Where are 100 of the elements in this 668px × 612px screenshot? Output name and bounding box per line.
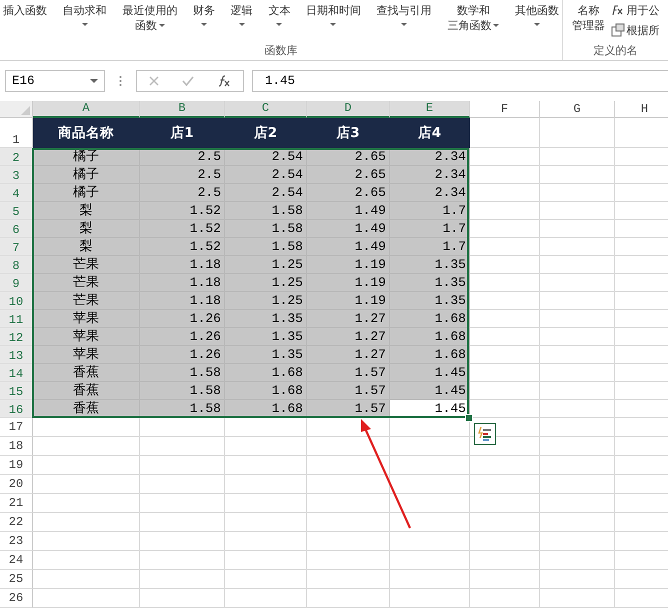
table-cell: 2.65 [307, 184, 390, 202]
table-cell: 苹果 [33, 346, 140, 364]
table-cell: 2.34 [390, 166, 470, 184]
table-cell: 1.25 [225, 256, 307, 274]
table-cell: 1.57 [307, 364, 390, 382]
ribbon-button[interactable]: 逻辑 [230, 0, 254, 44]
column-header[interactable]: G [540, 101, 615, 118]
table-cell: 2.54 [225, 166, 307, 184]
empty-cell [470, 475, 540, 494]
row-header[interactable]: 14 [0, 364, 33, 382]
table-cell: 1.58 [140, 364, 225, 382]
column-header[interactable]: F [470, 101, 540, 118]
table-cell: 梨 [33, 220, 140, 238]
table-cell: 1.68 [390, 310, 470, 328]
table-cell: 1.26 [140, 346, 225, 364]
row-header[interactable]: 25 [0, 570, 33, 589]
ribbon-button[interactable]: 文本 [267, 0, 292, 44]
formula-input[interactable]: 1.45 [252, 70, 668, 92]
name-box[interactable]: E16 [5, 70, 105, 92]
row-header[interactable]: 6 [0, 220, 33, 238]
table-cell: 2.5 [140, 166, 225, 184]
row-header[interactable]: 22 [0, 513, 33, 532]
table-cell: 1.68 [390, 346, 470, 364]
ribbon-button[interactable]: 名称 管理器 [567, 0, 610, 44]
row-header[interactable]: 20 [0, 475, 33, 494]
row-header[interactable]: 7 [0, 238, 33, 256]
function-icon[interactable] [217, 75, 232, 87]
table-cell: 1.35 [225, 328, 307, 346]
table-cell: 1.68 [225, 364, 307, 382]
table-cell: 苹果 [33, 328, 140, 346]
row-header[interactable]: 13 [0, 346, 33, 364]
ribbon-button[interactable]: 用于公 [610, 0, 668, 20]
ribbon-button[interactable]: 查找与引用 [376, 0, 433, 44]
ribbon-button[interactable]: 自动求和 [62, 0, 108, 44]
column-header[interactable]: H [615, 101, 668, 118]
row-header[interactable]: 3 [0, 166, 33, 184]
table-cell: 1.58 [140, 382, 225, 400]
table-cell: 1.52 [140, 238, 225, 256]
table-cell: 1.52 [140, 220, 225, 238]
fill-handle[interactable] [465, 414, 473, 422]
row-header[interactable]: 4 [0, 184, 33, 202]
more-icon [119, 75, 122, 87]
header-cell: 店1 [140, 118, 225, 148]
table-cell: 橘子 [33, 184, 140, 202]
table-cell: 1.18 [140, 256, 225, 274]
column-header[interactable]: C [225, 101, 307, 118]
row-header[interactable]: 24 [0, 551, 33, 570]
row-header[interactable]: 19 [0, 456, 33, 475]
column-header[interactable]: E [390, 101, 470, 118]
table-cell: 1.35 [390, 256, 470, 274]
table-cell: 橘子 [33, 166, 140, 184]
row-header[interactable]: 21 [0, 494, 33, 513]
header-cell: 商品名称 [33, 118, 140, 148]
table-cell: 1.52 [140, 202, 225, 220]
quick-analysis-icon[interactable] [474, 423, 496, 445]
table-icon [610, 23, 624, 37]
table-cell: 1.25 [225, 274, 307, 292]
ribbon-button[interactable]: 日期和时间 [304, 0, 362, 44]
table-cell: 1.49 [307, 238, 390, 256]
ribbon-button[interactable]: 根据所 [610, 20, 668, 40]
table-cell: 1.27 [307, 310, 390, 328]
row-header[interactable]: 8 [0, 256, 33, 274]
table-cell: 1.49 [307, 220, 390, 238]
ribbon-button[interactable]: 插入函数 [2, 0, 48, 44]
table-cell: 1.68 [225, 382, 307, 400]
function-icon [610, 4, 624, 16]
table-cell: 梨 [33, 202, 140, 220]
table-cell: 2.65 [307, 166, 390, 184]
column-header[interactable]: D [307, 101, 390, 118]
row-header[interactable]: 12 [0, 328, 33, 346]
row-header[interactable]: 18 [0, 437, 33, 456]
table-cell: 1.19 [307, 292, 390, 310]
table-cell: 2.34 [390, 184, 470, 202]
checkmark-icon[interactable] [182, 76, 194, 86]
table-cell: 1.58 [225, 238, 307, 256]
row-header[interactable]: 17 [0, 418, 33, 437]
table-cell: 1.7 [390, 220, 470, 238]
empty-cell [470, 532, 540, 551]
table-cell: 苹果 [33, 310, 140, 328]
table-cell: 1.18 [140, 274, 225, 292]
row-header[interactable]: 10 [0, 292, 33, 310]
row-header[interactable]: 26 [0, 589, 33, 608]
ribbon-button[interactable]: 最近使用的 函数 [121, 0, 178, 44]
row-header[interactable]: 1 [0, 118, 33, 148]
empty-cell [470, 456, 540, 475]
header-cell: 店4 [390, 118, 470, 148]
row-header[interactable]: 16 [0, 400, 33, 418]
column-header[interactable]: B [140, 101, 225, 118]
row-header[interactable]: 23 [0, 532, 33, 551]
ribbon-button[interactable]: 数学和 三角函数 [446, 0, 500, 44]
row-header[interactable]: 9 [0, 274, 33, 292]
ribbon-button[interactable]: 财务 [192, 0, 216, 44]
row-header[interactable]: 2 [0, 148, 33, 166]
row-header[interactable]: 15 [0, 382, 33, 400]
table-cell: 1.57 [307, 382, 390, 400]
row-header[interactable]: 11 [0, 310, 33, 328]
table-cell: 香蕉 [33, 382, 140, 400]
column-header[interactable]: A [33, 101, 140, 118]
ribbon-button[interactable]: 其他函数 [514, 0, 560, 44]
row-header[interactable]: 5 [0, 202, 33, 220]
